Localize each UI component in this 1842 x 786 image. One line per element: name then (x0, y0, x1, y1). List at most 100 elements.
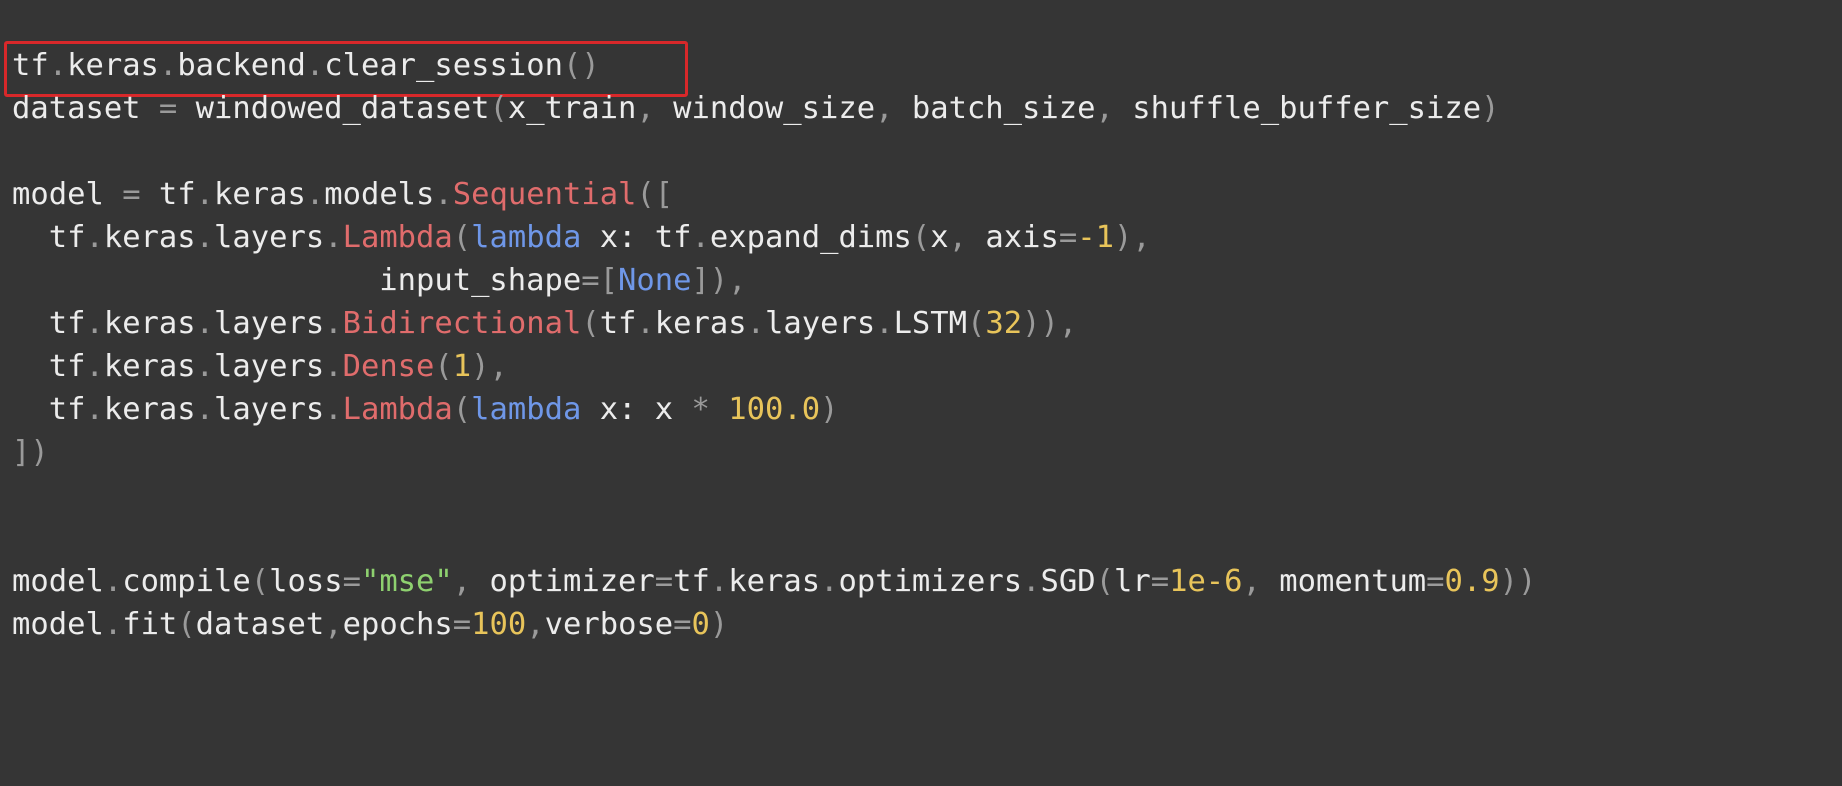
code-token: 100.0 (728, 392, 821, 427)
code-token: x: x (581, 392, 692, 427)
code-token: , (636, 91, 655, 126)
code-token: 0.9 (1444, 564, 1500, 599)
code-token: ), (471, 349, 508, 384)
code-token: 1 (452, 349, 472, 384)
code-token: optimizer (471, 564, 655, 599)
code-token: . (820, 564, 839, 599)
code-token: "mse" (360, 564, 453, 599)
code-token: . (709, 564, 729, 599)
code-line-14: model.fit(dataset,epochs=100,verbose=0) (12, 600, 728, 650)
code-token: keras (103, 306, 196, 341)
code-token: , (1095, 91, 1114, 126)
code-token: () (562, 48, 600, 83)
code-token: keras (654, 306, 747, 341)
code-line-2: dataset = windowed_dataset(x_train, wind… (12, 84, 1500, 134)
code-token: layers (765, 306, 876, 341)
code-token: tf (599, 306, 637, 341)
code-token: . (746, 306, 765, 341)
code-token: ([ (636, 177, 674, 212)
code-token: . (691, 220, 710, 255)
code-token: x: tf (581, 220, 692, 255)
code-token: keras (67, 48, 159, 83)
code-token: compile (122, 564, 251, 599)
code-token: . (48, 48, 68, 83)
code-token: momentum (1260, 564, 1427, 599)
code-line-10: ]) (12, 428, 49, 478)
code-token: layers (214, 349, 325, 384)
code-token: model (12, 177, 123, 212)
code-token: . (158, 48, 178, 83)
code-token: Dense (342, 349, 435, 384)
code-token: models (324, 177, 435, 212)
code-token: layers (214, 306, 325, 341)
code-token: = (452, 607, 472, 642)
code-token: . (85, 349, 104, 384)
code-token: layers (214, 392, 325, 427)
code-token: dataset (195, 607, 325, 642)
code-token: tf (12, 392, 86, 427)
code-token: . (103, 607, 123, 642)
code-token: fit (122, 607, 178, 642)
code-line-9: tf.keras.layers.Lambda(lambda x: x * 100… (12, 385, 839, 435)
code-token: , (324, 607, 343, 642)
code-token: ]), (691, 263, 747, 298)
code-token: = (122, 177, 141, 212)
code-token: . (195, 177, 215, 212)
code-token: ( (250, 564, 270, 599)
code-token: . (195, 220, 215, 255)
code-token: Bidirectional (342, 306, 582, 341)
code-token: expand_dims (709, 220, 912, 255)
code-token: LSTM (893, 306, 968, 341)
code-token: ) (709, 607, 729, 642)
code-token: . (195, 392, 215, 427)
code-token: ( (452, 392, 472, 427)
code-token: . (103, 564, 123, 599)
code-token: . (324, 349, 343, 384)
code-token: verbose (544, 607, 674, 642)
code-token: * (691, 392, 710, 427)
code-token: , (1242, 564, 1261, 599)
code-token: )) (1499, 564, 1537, 599)
code-token: . (305, 48, 325, 83)
code-token: ]) (12, 435, 49, 470)
code-token: . (1022, 564, 1041, 599)
code-token: tf (12, 48, 49, 83)
code-token: optimizers (838, 564, 1023, 599)
code-token: lr (1113, 564, 1151, 599)
code-token: keras (214, 177, 306, 212)
code-token: = (673, 607, 692, 642)
code-token: ( (452, 220, 472, 255)
code-token: Sequential (452, 177, 637, 212)
code-token: input_shape (12, 263, 582, 298)
code-token: -1 (1077, 220, 1114, 255)
code-token: . (324, 306, 343, 341)
code-token: . (85, 306, 104, 341)
code-token: ( (1095, 564, 1114, 599)
code-token: window_size (654, 91, 876, 126)
code-token: = (1426, 564, 1445, 599)
code-token: keras (103, 349, 196, 384)
code-token: lambda (471, 392, 582, 427)
code-token: None (617, 263, 692, 298)
code-token: , (452, 564, 472, 599)
code-token: =[ (581, 263, 618, 298)
code-token: . (85, 392, 104, 427)
code-token: lambda (471, 220, 582, 255)
code-token: 1e-6 (1169, 564, 1243, 599)
code-token: = (654, 564, 674, 599)
code-token: ( (581, 306, 600, 341)
code-token: SGD (1040, 564, 1096, 599)
code-token: . (636, 306, 655, 341)
code-token: . (434, 177, 453, 212)
code-token: ) (1481, 91, 1500, 126)
code-token: model (12, 564, 104, 599)
code-token: epochs (342, 607, 453, 642)
code-token: keras (103, 220, 196, 255)
code-token: tf (673, 564, 710, 599)
code-token: . (195, 306, 215, 341)
code-token: x_train (507, 91, 637, 126)
code-token: Lambda (342, 220, 453, 255)
code-token: ( (967, 306, 986, 341)
code-token: x (930, 220, 949, 255)
code-token: axis (967, 220, 1059, 255)
